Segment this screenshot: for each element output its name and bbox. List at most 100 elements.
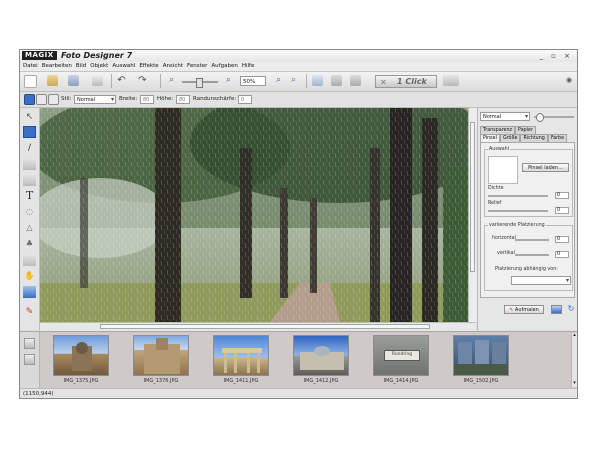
menu-aufgaben[interactable]: Aufgaben: [211, 62, 237, 71]
canvas-vertical-scrollbar[interactable]: [468, 108, 477, 322]
export-icon[interactable]: [443, 75, 459, 86]
horizontal-field[interactable]: 0: [555, 236, 569, 243]
scroll-thumb[interactable]: [470, 122, 475, 272]
vertical-field[interactable]: 0: [555, 251, 569, 258]
density-slider[interactable]: [488, 195, 548, 197]
thumbnail-item[interactable]: Rundring IMG_1414.JPG: [371, 333, 431, 384]
tab-farbe[interactable]: Farbe: [547, 134, 568, 142]
style-label: Stil:: [61, 96, 72, 102]
app-title: Foto Designer 7: [61, 51, 133, 60]
menu-hilfe[interactable]: Hilfe: [242, 62, 255, 71]
thumbnail-label: IMG_1375.JPG: [63, 378, 99, 384]
placement-depends-label: Platzierung abhängig von:: [495, 267, 558, 272]
opacity-slider-knob[interactable]: [536, 113, 544, 122]
tab-papier[interactable]: Papier: [515, 126, 536, 134]
scroll-up-icon[interactable]: ▴: [572, 333, 577, 338]
width-field[interactable]: 80: [140, 95, 154, 104]
one-click-button[interactable]: ✕ 1 Click: [375, 75, 437, 88]
clone-tool-icon[interactable]: ◌: [23, 206, 36, 218]
load-brush-button[interactable]: Pinsel laden...: [522, 163, 569, 172]
color-picker-tool-icon[interactable]: [23, 286, 36, 298]
print-icon[interactable]: [92, 75, 103, 86]
thumbnail-item[interactable]: IMG_1376.JPG: [131, 333, 191, 384]
menu-effekte[interactable]: Effekte: [139, 62, 158, 71]
marquee-tool-icon[interactable]: [23, 126, 36, 138]
placement-depends-select[interactable]: [511, 276, 571, 285]
new-file-icon[interactable]: [24, 75, 37, 88]
thumbnail-image: [133, 335, 189, 376]
smudge-tool-icon[interactable]: [23, 254, 36, 266]
layers-stack-icon[interactable]: [350, 75, 361, 86]
tab-pinsel[interactable]: Pinsel: [480, 134, 500, 142]
image-canvas[interactable]: [40, 108, 476, 322]
eraser-tool-icon[interactable]: [23, 158, 36, 170]
media-pool: IMG_1375.JPG IMG_1376.JPG IMG_1411.JPG I…: [20, 331, 577, 388]
text-tool-icon[interactable]: T: [23, 190, 36, 202]
thumbnail-item[interactable]: IMG_1502.JPG: [451, 333, 511, 384]
relief-slider[interactable]: [488, 210, 548, 212]
redo-icon[interactable]: ↷: [137, 75, 148, 86]
scroll-down-icon[interactable]: ▾: [572, 381, 577, 386]
density-field[interactable]: 0: [555, 192, 569, 199]
record-button[interactable]: ✎ Aufmalen: [504, 305, 544, 314]
menu-bild[interactable]: Bild: [76, 62, 86, 71]
relief-field[interactable]: 0: [555, 207, 569, 214]
menu-ansicht[interactable]: Ansicht: [163, 62, 183, 71]
thumbnail-item[interactable]: IMG_1411.JPG: [211, 333, 271, 384]
menu-bearbeiten[interactable]: Bearbeiten: [42, 62, 72, 71]
shape-tool-icon[interactable]: △: [23, 222, 36, 234]
scroll-thumb[interactable]: [100, 324, 430, 329]
zoom-out-icon[interactable]: ⌕: [166, 75, 177, 86]
open-folder-icon[interactable]: [47, 75, 58, 86]
app-window: MAGIX Foto Designer 7 _ ▫ × Datei Bearbe…: [19, 49, 578, 399]
screenshot-icon[interactable]: [312, 75, 323, 86]
height-field[interactable]: 80: [176, 95, 190, 104]
horizontal-slider[interactable]: [515, 239, 549, 241]
pencil-tool-icon[interactable]: ✎: [23, 306, 36, 318]
tab-richtung[interactable]: Richtung: [520, 134, 548, 142]
tab-groesse[interactable]: Größe: [499, 134, 521, 142]
layer-icon[interactable]: [331, 75, 342, 86]
edge-softness-field[interactable]: 0: [238, 95, 252, 104]
subtract-select-mode-icon[interactable]: [48, 94, 59, 105]
canvas-horizontal-scrollbar[interactable]: [40, 322, 476, 331]
rect-select-mode-icon[interactable]: [24, 94, 35, 105]
vertical-slider[interactable]: [515, 254, 549, 256]
zoom-level-select[interactable]: 50%: [240, 76, 266, 86]
style-select[interactable]: Normal: [74, 95, 116, 104]
refresh-icon[interactable]: ↻: [566, 304, 576, 314]
menu-fenster[interactable]: Fenster: [187, 62, 207, 71]
stamp-tool-icon[interactable]: ♣: [23, 238, 36, 250]
main-toolbar: ↶ ↷ ⌕ ⌕ 50% ⌕ ⌕ ✕ 1 Click ◉: [20, 72, 577, 92]
zoom-fit-icon[interactable]: ⌕: [273, 75, 284, 86]
add-select-mode-icon[interactable]: [36, 94, 47, 105]
thumbnail-image: [213, 335, 269, 376]
height-label: Höhe:: [157, 96, 174, 102]
window-controls[interactable]: _ ▫ ×: [539, 51, 573, 61]
thumbnail-image: Rundring: [373, 335, 429, 376]
undo-icon[interactable]: ↶: [116, 75, 127, 86]
thumbnail-item[interactable]: IMG_1412.JPG: [291, 333, 351, 384]
hand-tool-icon[interactable]: ✋: [23, 270, 36, 282]
zoom-actual-icon[interactable]: ⌕: [288, 75, 299, 86]
brush-preset-icon[interactable]: [551, 305, 562, 314]
folder-view-icon[interactable]: [24, 338, 35, 349]
thumbnail-image: [53, 335, 109, 376]
zoom-in-icon[interactable]: ⌕: [223, 75, 234, 86]
save-icon[interactable]: [68, 75, 79, 86]
blend-mode-select[interactable]: Normal: [480, 112, 530, 121]
menu-objekt[interactable]: Objekt: [90, 62, 108, 71]
zoom-slider[interactable]: [182, 78, 218, 88]
tab-transparenz[interactable]: Transparenz: [480, 126, 516, 134]
menu-auswahl[interactable]: Auswahl: [112, 62, 135, 71]
brush-tool-icon[interactable]: ∕: [23, 142, 36, 154]
pointer-tool-icon[interactable]: ↖: [23, 111, 36, 123]
fill-tool-icon[interactable]: [23, 174, 36, 186]
list-view-icon[interactable]: [24, 354, 35, 365]
help-icon[interactable]: ◉: [565, 75, 573, 86]
media-pool-scrollbar[interactable]: ▴ ▾: [571, 333, 577, 387]
thumbnail-item[interactable]: IMG_1375.JPG: [51, 333, 111, 384]
density-label: Dichte: [488, 186, 504, 191]
placement-group-title: variierende Platzierung: [488, 222, 546, 229]
menu-datei[interactable]: Datei: [23, 62, 38, 71]
